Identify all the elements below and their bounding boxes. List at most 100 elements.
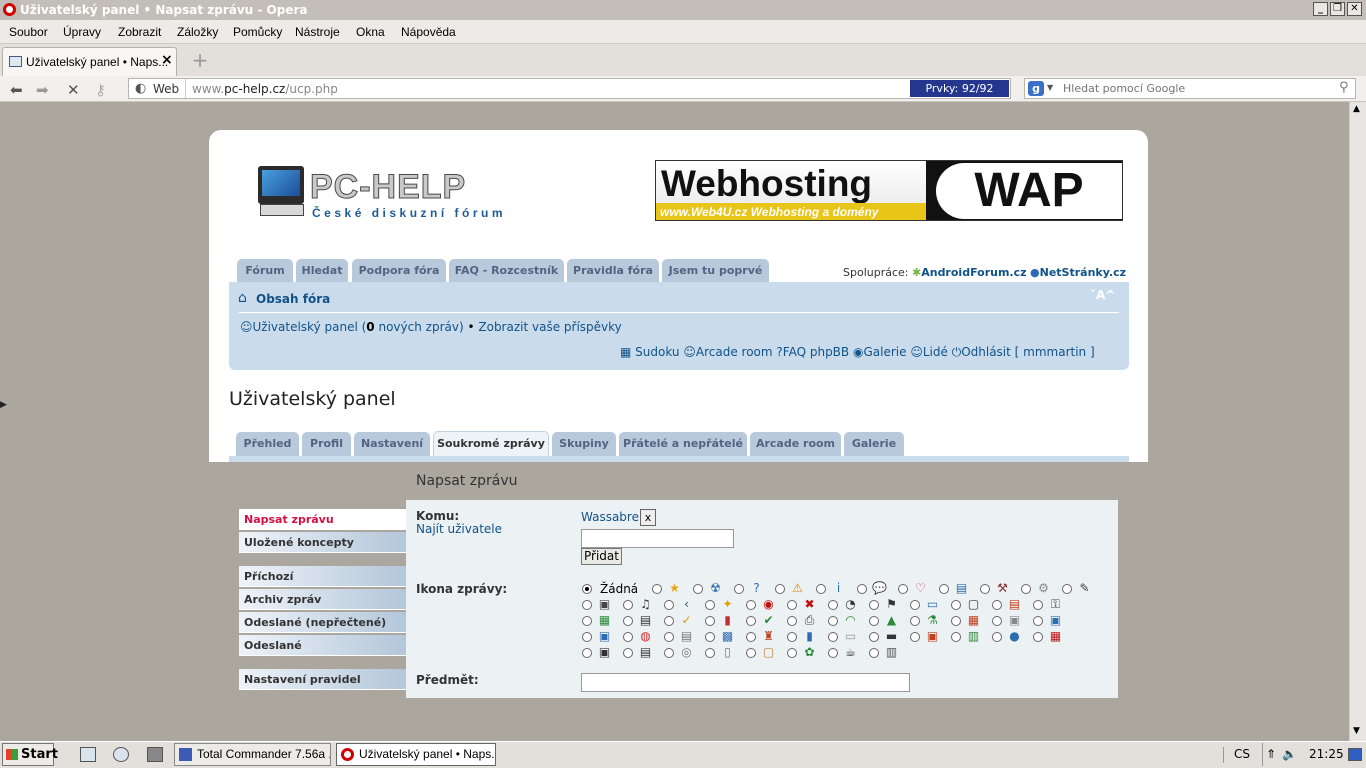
icon-radio[interactable] bbox=[1033, 616, 1043, 626]
nav-tab-first-time[interactable]: Jsem tu poprvé bbox=[662, 259, 769, 283]
sidebar-item-drafts[interactable]: Uložené koncepty bbox=[239, 532, 406, 553]
tab-overview[interactable]: Přehled bbox=[236, 432, 299, 456]
ucp-link[interactable]: Uživatelský panel bbox=[253, 320, 358, 334]
icon-radio[interactable] bbox=[992, 632, 1002, 642]
task-opera[interactable]: Uživatelský panel • Naps... bbox=[336, 743, 496, 766]
icon-radio[interactable] bbox=[746, 648, 756, 658]
add-recipient-button[interactable]: Přidat bbox=[581, 548, 622, 565]
start-button[interactable]: Start bbox=[2, 743, 58, 766]
icon-radio[interactable] bbox=[980, 584, 990, 594]
search-input[interactable] bbox=[1063, 81, 1333, 96]
tab-private-messages[interactable]: Soukromé zprávy bbox=[433, 431, 549, 457]
google-icon[interactable]: g bbox=[1028, 81, 1044, 96]
icon-radio[interactable] bbox=[898, 584, 908, 594]
icon-radio[interactable] bbox=[775, 584, 785, 594]
new-tab-button[interactable]: + bbox=[190, 50, 210, 70]
icon-radio[interactable] bbox=[705, 616, 715, 626]
side-panel-arrow-icon[interactable]: ▶ bbox=[0, 400, 7, 410]
icon-radio[interactable] bbox=[910, 632, 920, 642]
icon-radio[interactable] bbox=[664, 616, 674, 626]
sidebar-item-archive[interactable]: Archiv zpráv bbox=[239, 589, 406, 610]
minimize-button[interactable]: _ bbox=[1313, 2, 1328, 16]
tab-groups[interactable]: Skupiny bbox=[552, 432, 616, 456]
icon-radio[interactable] bbox=[582, 632, 592, 642]
icon-radio[interactable] bbox=[787, 600, 797, 610]
icon-radio[interactable] bbox=[939, 584, 949, 594]
menu-zobrazit[interactable]: Zobrazit bbox=[118, 20, 161, 44]
icon-radio[interactable] bbox=[664, 600, 674, 610]
icon-radio[interactable] bbox=[734, 584, 744, 594]
nav-tab-search[interactable]: Hledat bbox=[296, 259, 348, 283]
gallery-link[interactable]: Galerie bbox=[863, 345, 906, 359]
tab-profile[interactable]: Profil bbox=[302, 432, 351, 456]
icon-radio-none[interactable] bbox=[582, 584, 592, 594]
tab-gallery[interactable]: Galerie bbox=[844, 432, 904, 456]
show-posts-link[interactable]: Zobrazit vaše příspěvky bbox=[478, 320, 621, 334]
icon-radio[interactable] bbox=[869, 648, 879, 658]
icon-radio[interactable] bbox=[992, 600, 1002, 610]
camera-icon[interactable] bbox=[147, 747, 163, 762]
icon-radio[interactable] bbox=[705, 648, 715, 658]
nav-tab-faq[interactable]: FAQ - Rozcestník bbox=[449, 259, 564, 283]
logout-link[interactable]: Odhlásit [ mmmartin ] bbox=[961, 345, 1094, 359]
icon-radio[interactable] bbox=[787, 648, 797, 658]
icon-radio[interactable] bbox=[857, 584, 867, 594]
scroll-up-icon[interactable]: ▲ bbox=[1353, 104, 1360, 114]
icon-radio[interactable] bbox=[787, 616, 797, 626]
icon-radio[interactable] bbox=[828, 632, 838, 642]
tray-expand-icon[interactable]: ⇑ bbox=[1266, 743, 1276, 766]
nav-tab-rules[interactable]: Pravidla fóra bbox=[567, 259, 659, 283]
board-index-link[interactable]: Obsah fóra bbox=[256, 292, 330, 306]
icon-radio[interactable] bbox=[705, 600, 715, 610]
close-tab-icon[interactable]: × bbox=[161, 52, 173, 68]
back-icon[interactable]: ⬅ bbox=[10, 81, 23, 99]
icon-radio[interactable] bbox=[623, 648, 633, 658]
icon-radio[interactable] bbox=[664, 632, 674, 642]
icon-radio[interactable] bbox=[623, 632, 633, 642]
icon-radio[interactable] bbox=[746, 632, 756, 642]
sidebar-item-inbox[interactable]: Příchozí bbox=[239, 566, 406, 587]
icon-radio[interactable] bbox=[746, 600, 756, 610]
menu-okna[interactable]: Okna bbox=[356, 20, 385, 44]
restore-button[interactable]: ❐ bbox=[1330, 2, 1345, 16]
menu-nastroje[interactable]: Nástroje bbox=[295, 20, 340, 44]
scroll-down-icon[interactable]: ▼ bbox=[1353, 726, 1360, 736]
icon-radio[interactable] bbox=[664, 648, 674, 658]
icon-radio[interactable] bbox=[828, 600, 838, 610]
recipient-input[interactable] bbox=[581, 529, 734, 548]
icon-radio[interactable] bbox=[582, 648, 592, 658]
icon-radio[interactable] bbox=[951, 616, 961, 626]
icon-radio[interactable] bbox=[652, 584, 662, 594]
menu-pomucky[interactable]: Pomůcky bbox=[233, 20, 282, 44]
site-logo[interactable]: PC-HELP bbox=[309, 168, 466, 207]
close-window-button[interactable]: ✕ bbox=[1347, 2, 1362, 16]
volume-icon[interactable]: 🔈 bbox=[1282, 743, 1297, 766]
subject-input[interactable] bbox=[581, 673, 910, 692]
search-icon[interactable]: ⚲ bbox=[1339, 80, 1349, 95]
icon-radio[interactable] bbox=[992, 616, 1002, 626]
partner-androidforum-link[interactable]: AndroidForum.cz bbox=[921, 266, 1026, 279]
icon-radio[interactable] bbox=[623, 616, 633, 626]
language-indicator[interactable]: CS bbox=[1234, 743, 1250, 766]
find-user-link[interactable]: Najít uživatele bbox=[416, 522, 502, 536]
browser-tab[interactable]: Uživatelský panel • Naps... × bbox=[2, 47, 177, 76]
stop-icon[interactable]: ✕ bbox=[67, 81, 80, 99]
icon-radio[interactable] bbox=[816, 584, 826, 594]
remove-recipient-button[interactable]: x bbox=[640, 509, 656, 526]
nav-tab-support[interactable]: Podpora fóra bbox=[352, 259, 446, 283]
forward-icon[interactable]: ➡ bbox=[36, 81, 49, 99]
tab-arcade[interactable]: Arcade room bbox=[750, 432, 841, 456]
menu-soubor[interactable]: Soubor bbox=[9, 20, 48, 44]
faq-link[interactable]: FAQ phpBB bbox=[783, 345, 849, 359]
icon-radio[interactable] bbox=[582, 600, 592, 610]
sudoku-link[interactable]: Sudoku bbox=[635, 345, 679, 359]
menu-zalozky[interactable]: Záložky bbox=[177, 20, 218, 44]
font-size-control[interactable]: ˇA^ bbox=[1090, 288, 1115, 302]
icon-radio[interactable] bbox=[869, 600, 879, 610]
task-total-commander[interactable]: Total Commander 7.56a ... bbox=[174, 743, 331, 766]
sidebar-item-sent[interactable]: Odeslané bbox=[239, 635, 406, 656]
show-desktop-icon[interactable] bbox=[80, 747, 96, 762]
recipient-link[interactable]: Wassabre bbox=[581, 510, 639, 524]
icon-radio[interactable] bbox=[869, 616, 879, 626]
search-box[interactable]: g ▼ ⚲ bbox=[1024, 78, 1356, 99]
